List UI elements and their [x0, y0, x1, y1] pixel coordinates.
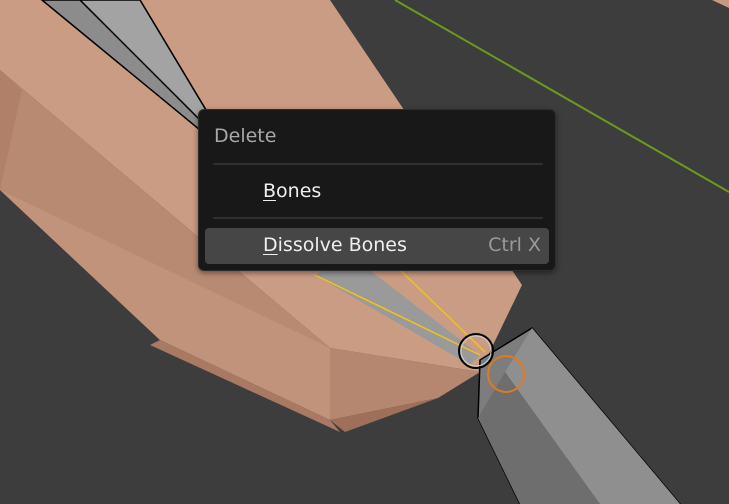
accelerator-key: B	[263, 180, 277, 202]
lower-bone	[477, 327, 681, 504]
menu-item-label: Bones	[263, 180, 321, 202]
menu-separator	[213, 163, 543, 165]
menu-item-shortcut: Ctrl X	[488, 234, 541, 256]
menu-item-bones[interactable]: Bones	[205, 174, 549, 210]
menu-item-label: Dissolve Bones	[263, 234, 407, 256]
delete-context-menu: Delete Bones Dissolve Bones Ctrl X	[198, 109, 556, 271]
accelerator-key: D	[263, 234, 278, 256]
menu-separator	[213, 217, 543, 219]
label-rest: ones	[276, 180, 322, 202]
menu-item-dissolve-bones[interactable]: Dissolve Bones Ctrl X	[205, 228, 549, 264]
menu-title: Delete	[214, 125, 277, 147]
mesh-edge-fragment	[712, 0, 729, 8]
label-rest: issolve Bones	[277, 234, 407, 256]
blender-3d-viewport[interactable]: Delete Bones Dissolve Bones Ctrl X	[0, 0, 729, 504]
